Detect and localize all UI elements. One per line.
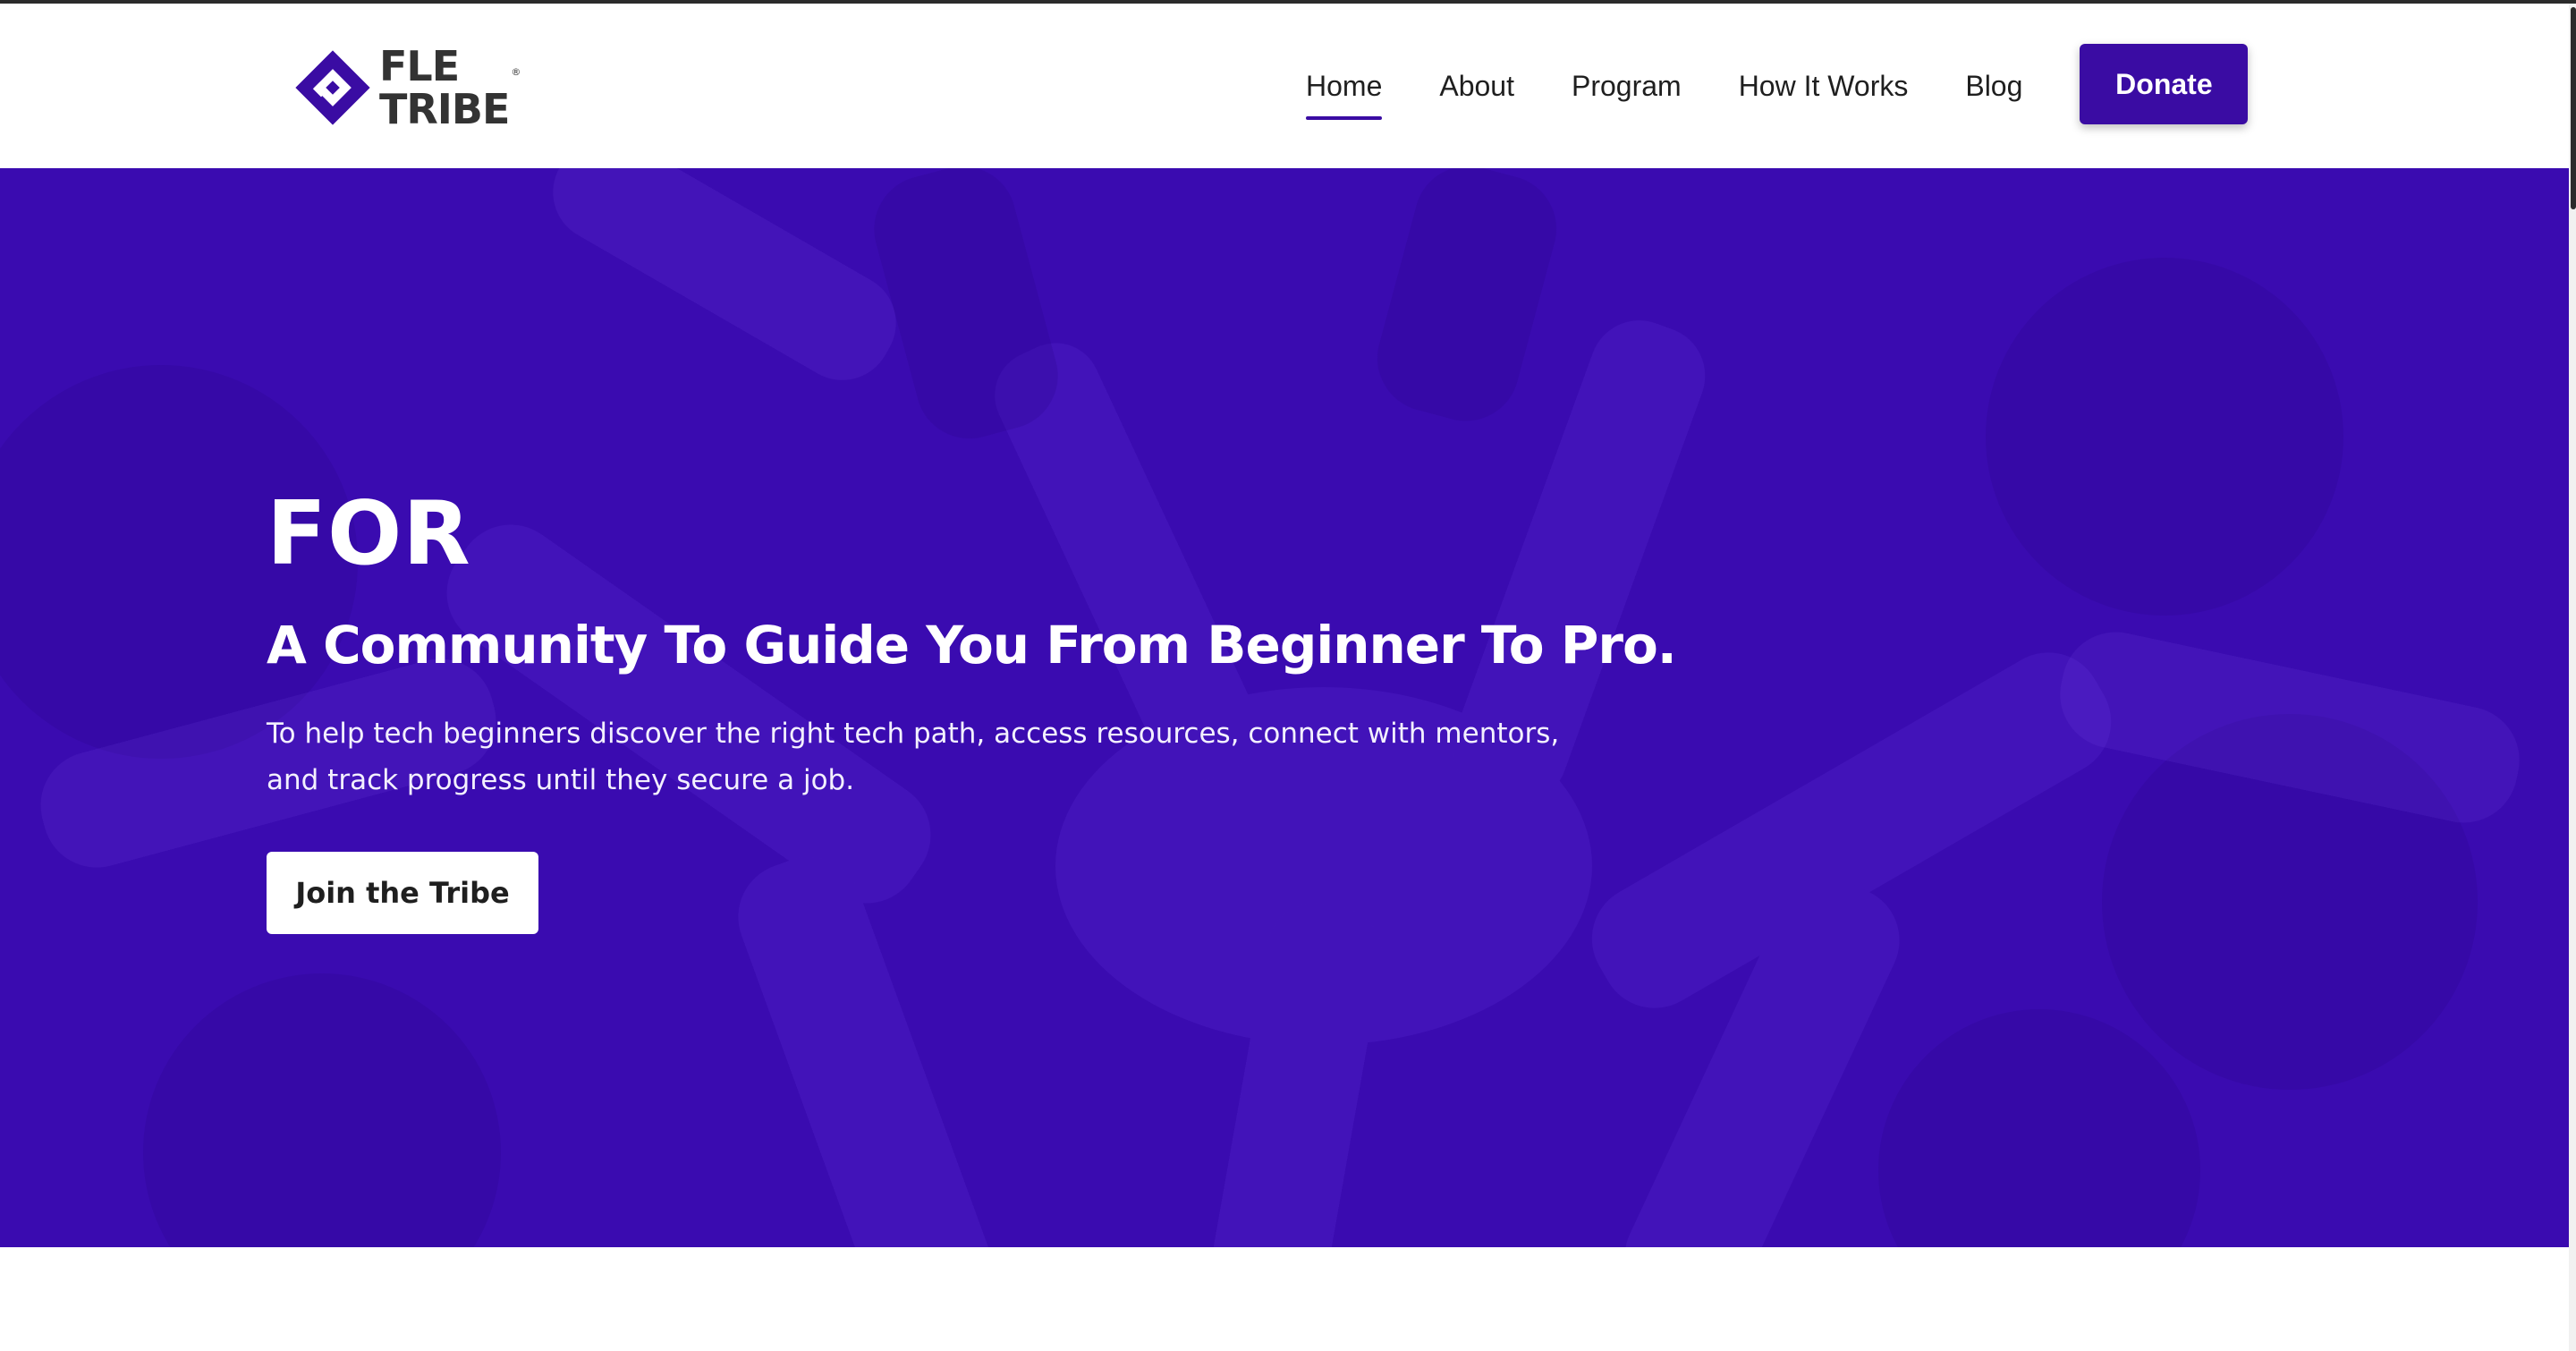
page-scrollbar[interactable] <box>2569 4 2576 1351</box>
main-nav: Home About Program How It Works Blog Don… <box>1306 44 2249 124</box>
site-header: FLE ® TRIBE Home About Program How It Wor… <box>0 4 2569 165</box>
scrollbar-thumb[interactable] <box>2571 7 2576 209</box>
donate-button[interactable]: Donate <box>2080 44 2249 124</box>
brand-wordmark: FLE ® TRIBE <box>379 42 521 133</box>
brand-line1: FLE ® <box>379 42 521 90</box>
nav-blog[interactable]: Blog <box>1965 48 2022 123</box>
hero-content: FOR A Community To Guide You From Beginn… <box>267 490 1698 934</box>
join-tribe-button[interactable]: Join the Tribe <box>267 851 538 934</box>
hero-title: A Community To Guide You From Beginner T… <box>267 615 1677 676</box>
brand-line2: TRIBE <box>379 85 510 133</box>
hero-section: FOR A Community To Guide You From Beginn… <box>0 168 2569 1247</box>
nav-program[interactable]: Program <box>1572 48 1682 123</box>
nav-home[interactable]: Home <box>1306 48 1383 123</box>
logo-mark-icon <box>295 50 370 125</box>
page: FLE ® TRIBE Home About Program How It Wor… <box>0 0 2576 1351</box>
hero-eyebrow: FOR <box>267 483 471 585</box>
nav-how-it-works[interactable]: How It Works <box>1739 48 1909 123</box>
hero-description: To help tech beginners discover the righ… <box>267 717 1560 796</box>
nav-about[interactable]: About <box>1439 48 1514 123</box>
brand-logo[interactable]: FLE ® TRIBE <box>292 42 521 133</box>
